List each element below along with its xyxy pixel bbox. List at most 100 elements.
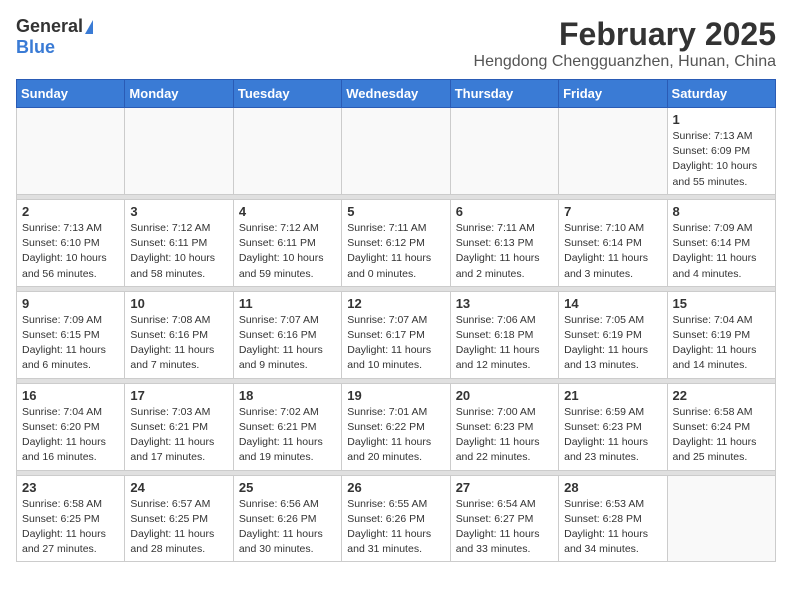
calendar-cell: 15Sunrise: 7:04 AM Sunset: 6:19 PM Dayli… (667, 291, 775, 378)
location-title: Hengdong Chengguanzhen, Hunan, China (474, 53, 776, 71)
weekday-header-row: SundayMondayTuesdayWednesdayThursdayFrid… (17, 80, 776, 108)
day-number: 16 (22, 388, 119, 403)
calendar-cell: 5 Sunrise: 7:11 AM Sunset: 6:12 PM Daylig… (342, 199, 450, 286)
day-number: 17 (130, 388, 227, 403)
calendar-cell: 19 Sunrise: 7:01 AM Sunset: 6:22 PM Dayli… (342, 383, 450, 470)
day-number: 13 (456, 296, 553, 311)
calendar-cell (233, 108, 341, 195)
day-info: Sunrise: 7:00 AM Sunset: 6:23 PM Dayligh… (456, 405, 553, 466)
calendar-cell: 13 Sunrise: 7:06 AM Sunset: 6:18 PM Dayli… (450, 291, 558, 378)
day-info: Sunrise: 6:54 AM Sunset: 6:27 PM Dayligh… (456, 497, 553, 558)
calendar-table: SundayMondayTuesdayWednesdayThursdayFrid… (16, 79, 776, 562)
day-info: Sunrise: 7:07 AM Sunset: 6:17 PM Dayligh… (347, 313, 444, 374)
day-number: 28 (564, 480, 661, 495)
day-info: Sunrise: 7:06 AM Sunset: 6:18 PM Dayligh… (456, 313, 553, 374)
day-info: Sunrise: 7:01 AM Sunset: 6:22 PM Dayligh… (347, 405, 444, 466)
calendar-cell (17, 108, 125, 195)
day-info: Sunrise: 7:10 AM Sunset: 6:14 PM Dayligh… (564, 221, 661, 282)
logo-general-text: General (16, 16, 83, 37)
day-info: Sunrise: 7:04 AM Sunset: 6:19 PM Dayligh… (673, 313, 770, 374)
calendar-cell: 8 Sunrise: 7:09 AM Sunset: 6:14 PM Daylig… (667, 199, 775, 286)
day-info: Sunrise: 6:58 AM Sunset: 6:25 PM Dayligh… (22, 497, 119, 558)
week-row-4: 16 Sunrise: 7:04 AM Sunset: 6:20 PM Dayli… (17, 383, 776, 470)
title-area: February 2025 Hengdong Chengguanzhen, Hu… (474, 16, 776, 71)
day-info: Sunrise: 7:09 AM Sunset: 6:14 PM Dayligh… (673, 221, 770, 282)
day-number: 10 (130, 296, 227, 311)
calendar-cell: 17 Sunrise: 7:03 AM Sunset: 6:21 PM Dayli… (125, 383, 233, 470)
calendar-cell: 16 Sunrise: 7:04 AM Sunset: 6:20 PM Dayli… (17, 383, 125, 470)
week-row-2: 2 Sunrise: 7:13 AM Sunset: 6:10 PM Daylig… (17, 199, 776, 286)
calendar-cell: 27 Sunrise: 6:54 AM Sunset: 6:27 PM Dayli… (450, 475, 558, 562)
day-info: Sunrise: 7:13 AM Sunset: 6:10 PM Dayligh… (22, 221, 119, 282)
week-row-5: 23 Sunrise: 6:58 AM Sunset: 6:25 PM Dayli… (17, 475, 776, 562)
calendar-cell (450, 108, 558, 195)
calendar-cell (125, 108, 233, 195)
day-info: Sunrise: 6:53 AM Sunset: 6:28 PM Dayligh… (564, 497, 661, 558)
calendar-cell: 12 Sunrise: 7:07 AM Sunset: 6:17 PM Dayli… (342, 291, 450, 378)
calendar-cell: 21 Sunrise: 6:59 AM Sunset: 6:23 PM Dayli… (559, 383, 667, 470)
month-title: February 2025 (474, 16, 776, 53)
day-number: 24 (130, 480, 227, 495)
day-number: 3 (130, 204, 227, 219)
day-info: Sunrise: 7:13 AM Sunset: 6:09 PM Dayligh… (673, 129, 770, 190)
day-number: 21 (564, 388, 661, 403)
logo-blue-text: Blue (16, 37, 55, 58)
day-number: 22 (673, 388, 770, 403)
calendar-cell: 11 Sunrise: 7:07 AM Sunset: 6:16 PM Dayli… (233, 291, 341, 378)
week-row-1: 1Sunrise: 7:13 AM Sunset: 6:09 PM Daylig… (17, 108, 776, 195)
day-number: 7 (564, 204, 661, 219)
calendar-cell: 9 Sunrise: 7:09 AM Sunset: 6:15 PM Daylig… (17, 291, 125, 378)
day-info: Sunrise: 7:11 AM Sunset: 6:13 PM Dayligh… (456, 221, 553, 282)
calendar-cell (667, 475, 775, 562)
day-info: Sunrise: 6:56 AM Sunset: 6:26 PM Dayligh… (239, 497, 336, 558)
calendar-cell: 22 Sunrise: 6:58 AM Sunset: 6:24 PM Dayli… (667, 383, 775, 470)
day-info: Sunrise: 7:11 AM Sunset: 6:12 PM Dayligh… (347, 221, 444, 282)
calendar-cell: 4 Sunrise: 7:12 AM Sunset: 6:11 PM Daylig… (233, 199, 341, 286)
day-info: Sunrise: 6:58 AM Sunset: 6:24 PM Dayligh… (673, 405, 770, 466)
day-number: 8 (673, 204, 770, 219)
calendar-cell: 10 Sunrise: 7:08 AM Sunset: 6:16 PM Dayli… (125, 291, 233, 378)
logo-icon (85, 20, 93, 34)
week-row-3: 9 Sunrise: 7:09 AM Sunset: 6:15 PM Daylig… (17, 291, 776, 378)
calendar-cell: 23 Sunrise: 6:58 AM Sunset: 6:25 PM Dayli… (17, 475, 125, 562)
logo: General Blue (16, 16, 93, 58)
day-info: Sunrise: 6:55 AM Sunset: 6:26 PM Dayligh… (347, 497, 444, 558)
day-number: 11 (239, 296, 336, 311)
day-info: Sunrise: 7:02 AM Sunset: 6:21 PM Dayligh… (239, 405, 336, 466)
calendar-cell: 18 Sunrise: 7:02 AM Sunset: 6:21 PM Dayli… (233, 383, 341, 470)
day-info: Sunrise: 7:07 AM Sunset: 6:16 PM Dayligh… (239, 313, 336, 374)
day-number: 23 (22, 480, 119, 495)
weekday-header-tuesday: Tuesday (233, 80, 341, 108)
day-number: 26 (347, 480, 444, 495)
weekday-header-friday: Friday (559, 80, 667, 108)
day-info: Sunrise: 7:08 AM Sunset: 6:16 PM Dayligh… (130, 313, 227, 374)
day-info: Sunrise: 7:03 AM Sunset: 6:21 PM Dayligh… (130, 405, 227, 466)
day-number: 25 (239, 480, 336, 495)
day-info: Sunrise: 7:12 AM Sunset: 6:11 PM Dayligh… (130, 221, 227, 282)
weekday-header-thursday: Thursday (450, 80, 558, 108)
day-number: 12 (347, 296, 444, 311)
page-header: General Blue February 2025 Hengdong Chen… (16, 16, 776, 71)
day-info: Sunrise: 7:09 AM Sunset: 6:15 PM Dayligh… (22, 313, 119, 374)
day-number: 6 (456, 204, 553, 219)
day-number: 9 (22, 296, 119, 311)
calendar-cell: 25 Sunrise: 6:56 AM Sunset: 6:26 PM Dayli… (233, 475, 341, 562)
day-number: 18 (239, 388, 336, 403)
day-info: Sunrise: 7:12 AM Sunset: 6:11 PM Dayligh… (239, 221, 336, 282)
calendar-cell: 6 Sunrise: 7:11 AM Sunset: 6:13 PM Daylig… (450, 199, 558, 286)
calendar-cell (342, 108, 450, 195)
day-number: 19 (347, 388, 444, 403)
day-number: 5 (347, 204, 444, 219)
day-number: 2 (22, 204, 119, 219)
day-number: 4 (239, 204, 336, 219)
day-info: Sunrise: 7:05 AM Sunset: 6:19 PM Dayligh… (564, 313, 661, 374)
calendar-cell: 14 Sunrise: 7:05 AM Sunset: 6:19 PM Dayli… (559, 291, 667, 378)
day-info: Sunrise: 6:59 AM Sunset: 6:23 PM Dayligh… (564, 405, 661, 466)
calendar-cell: 1Sunrise: 7:13 AM Sunset: 6:09 PM Daylig… (667, 108, 775, 195)
day-number: 27 (456, 480, 553, 495)
day-info: Sunrise: 7:04 AM Sunset: 6:20 PM Dayligh… (22, 405, 119, 466)
day-number: 14 (564, 296, 661, 311)
calendar-cell (559, 108, 667, 195)
day-info: Sunrise: 6:57 AM Sunset: 6:25 PM Dayligh… (130, 497, 227, 558)
weekday-header-monday: Monday (125, 80, 233, 108)
